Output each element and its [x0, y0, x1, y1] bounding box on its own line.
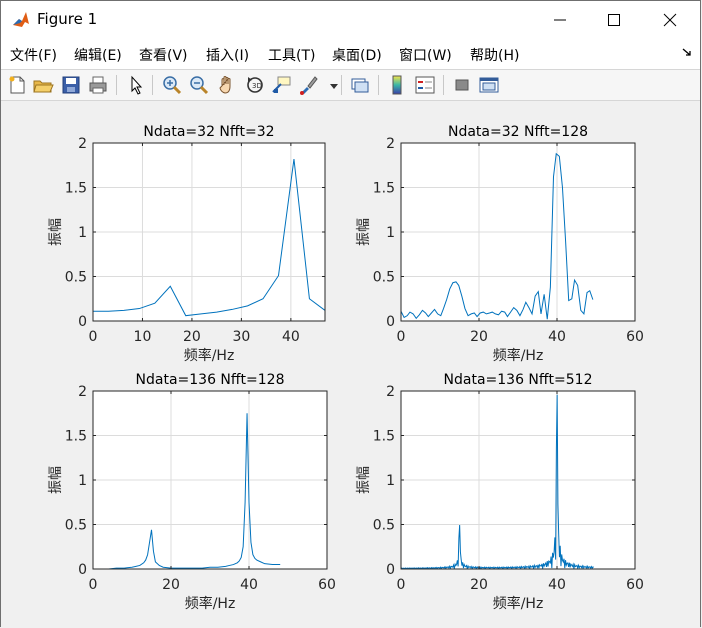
- x-tick-label: 20: [470, 329, 488, 345]
- hide-plot-tools-icon[interactable]: [451, 74, 473, 96]
- rotate-3d-icon[interactable]: 3D: [244, 74, 266, 96]
- y-tick-label: 1: [78, 473, 87, 489]
- y-tick-label: 1: [386, 225, 395, 241]
- x-tick-label: 0: [89, 577, 98, 593]
- y-tick-label: 0: [386, 562, 395, 578]
- x-tick-label: 20: [162, 577, 180, 593]
- x-tick-label: 40: [240, 577, 258, 593]
- new-figure-icon[interactable]: [6, 74, 28, 96]
- y-axis-label: 振幅: [48, 466, 64, 494]
- y-tick-label: 0: [386, 314, 395, 330]
- y-tick-label: 2: [386, 136, 395, 152]
- close-button[interactable]: [643, 1, 697, 39]
- legend-icon[interactable]: [414, 74, 436, 96]
- link-plot-icon[interactable]: [349, 74, 371, 96]
- x-tick-label: 40: [282, 329, 300, 345]
- brush-dropdown-icon[interactable]: [323, 74, 338, 96]
- y-tick-label: 0.5: [373, 270, 395, 286]
- y-axis-label: 振幅: [356, 218, 372, 246]
- toolbar-separator: [378, 75, 379, 95]
- open-file-icon[interactable]: [32, 74, 54, 96]
- y-axis-label: 振幅: [48, 218, 64, 246]
- x-tick-label: 20: [183, 329, 201, 345]
- x-axis-label: 频率/Hz: [493, 595, 544, 612]
- y-tick-label: 0.5: [373, 518, 395, 534]
- menu-view[interactable]: 查看(V): [139, 45, 188, 65]
- y-tick-label: 1.5: [373, 181, 395, 197]
- x-tick-label: 40: [548, 329, 566, 345]
- y-tick-label: 2: [78, 384, 87, 400]
- x-tick-label: 10: [134, 329, 152, 345]
- y-tick-label: 2: [386, 384, 395, 400]
- matlab-logo-icon: [11, 10, 31, 30]
- y-tick-label: 0.5: [65, 270, 87, 286]
- y-tick-label: 1.5: [65, 181, 87, 197]
- x-tick-label: 0: [397, 577, 406, 593]
- svg-text:3D: 3D: [252, 82, 262, 90]
- y-tick-label: 0: [78, 314, 87, 330]
- menu-tools[interactable]: 工具(T): [268, 45, 315, 65]
- y-axis-label: 振幅: [356, 466, 372, 494]
- x-tick-label: 0: [89, 329, 98, 345]
- toolbar-separator: [152, 75, 153, 95]
- menu-help[interactable]: 帮助(H): [470, 45, 519, 65]
- toolbar-separator: [341, 75, 342, 95]
- menu-window[interactable]: 窗口(W): [399, 45, 452, 65]
- subplot-title: Ndata=32 Nfft=128: [448, 124, 588, 140]
- menu-bar: 文件(F) 编辑(E) 查看(V) 插入(I) 工具(T) 桌面(D) 窗口(W…: [1, 39, 700, 69]
- y-tick-label: 1: [386, 473, 395, 489]
- minimize-icon: [554, 19, 566, 21]
- toolbar-separator: [443, 75, 444, 95]
- x-axis-label: 频率/Hz: [185, 595, 236, 612]
- x-tick-label: 60: [626, 577, 644, 593]
- window-title: Figure 1: [37, 10, 98, 28]
- toolbar: 3D: [1, 69, 700, 101]
- show-plot-tools-icon[interactable]: [478, 74, 500, 96]
- brush-icon[interactable]: [298, 74, 320, 96]
- zoom-in-icon[interactable]: [161, 74, 183, 96]
- dock-arrow-icon[interactable]: [682, 47, 692, 57]
- figure-window: Figure 1 文件(F) 编辑(E) 查看(V) 插入(I) 工具(T) 桌…: [0, 0, 701, 628]
- x-tick-label: 60: [626, 329, 644, 345]
- menu-file[interactable]: 文件(F): [10, 45, 57, 65]
- subplot-title: Ndata=32 Nfft=32: [143, 124, 274, 140]
- y-tick-label: 0.5: [65, 518, 87, 534]
- x-tick-label: 60: [318, 577, 336, 593]
- subplot-title: Ndata=136 Nfft=512: [444, 372, 593, 388]
- figure-canvas: 0 10 20 30 40 0 0.5 1 1.5 2 Ndata=32 Nfft=32 频率/Hz 振…: [1, 101, 700, 628]
- pan-icon[interactable]: [216, 74, 238, 96]
- y-tick-label: 2: [78, 136, 87, 152]
- print-icon[interactable]: [87, 74, 109, 96]
- pointer-icon[interactable]: [125, 74, 147, 96]
- subplot-3: 0 20 40 60 0 0.5 1 1.5 2 Ndata=136 Nfft=128 频率/Hz 振…: [48, 372, 336, 612]
- menu-desktop[interactable]: 桌面(D): [332, 45, 382, 65]
- x-tick-label: 0: [397, 329, 406, 345]
- maximize-icon: [608, 14, 620, 26]
- x-axis-label: 频率/Hz: [493, 347, 544, 364]
- save-icon[interactable]: [60, 74, 82, 96]
- subplots-svg: 0 10 20 30 4000.511.52Ndata=32 Nfft=32频率/Hz振…: [48, 124, 644, 612]
- zoom-out-icon[interactable]: [188, 74, 210, 96]
- x-axis-label: 频率/Hz: [184, 347, 235, 364]
- y-tick-label: 1.5: [65, 429, 87, 445]
- y-tick-label: 1.5: [373, 429, 395, 445]
- menu-insert[interactable]: 插入(I): [206, 45, 249, 65]
- data-cursor-icon[interactable]: [271, 74, 293, 96]
- colorbar-icon[interactable]: [386, 74, 408, 96]
- y-tick-label: 1: [78, 225, 87, 241]
- y-tick-label: 0: [78, 562, 87, 578]
- maximize-button[interactable]: [587, 1, 641, 39]
- subplot-1: 0 10 20 30 40 0 0.5 1 1.5 2 Ndata=32 Nfft=32 频率/Hz 振…: [48, 124, 326, 364]
- subplot-title: Ndata=136 Nfft=128: [136, 372, 285, 388]
- subplot-4: 0 20 40 60 0 0.5 1 1.5 2 Ndata=136 Nfft=512 频率/Hz 振…: [356, 372, 644, 612]
- x-tick-label: 40: [548, 577, 566, 593]
- minimize-button[interactable]: [533, 1, 587, 39]
- x-tick-label: 20: [470, 577, 488, 593]
- x-tick-label: 30: [232, 329, 250, 345]
- close-icon: [663, 13, 677, 27]
- menu-edit[interactable]: 编辑(E): [74, 45, 122, 65]
- title-bar: Figure 1: [1, 1, 700, 39]
- toolbar-separator: [116, 75, 117, 95]
- subplot-2: 0 20 40 60 0 0.5 1 1.5 2 Ndata=32 Nfft=128 频率/Hz 振幅: [356, 124, 644, 364]
